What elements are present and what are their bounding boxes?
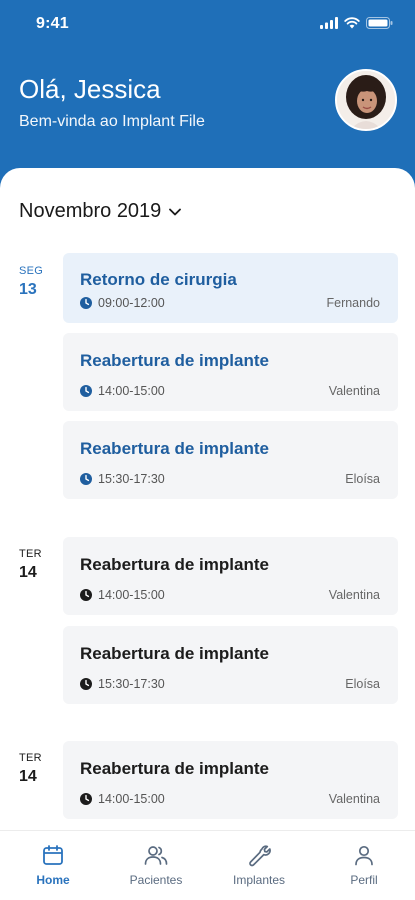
day-weekday: TER bbox=[19, 548, 42, 560]
event-time: 14:00-15:00 bbox=[80, 588, 165, 602]
event-card[interactable]: Reabertura de implante 14:00-15:00 Valen… bbox=[63, 537, 398, 615]
event-person: Valentina bbox=[328, 792, 380, 806]
day-number: 13 bbox=[19, 281, 37, 298]
nav-label: Home bbox=[36, 873, 70, 887]
status-icons bbox=[320, 17, 393, 29]
event-time: 15:30-17:30 bbox=[80, 472, 165, 486]
event-time-text: 14:00-15:00 bbox=[98, 588, 165, 602]
status-time: 9:41 bbox=[36, 15, 69, 32]
event-time-text: 14:00-15:00 bbox=[98, 384, 165, 398]
event-time-text: 15:30-17:30 bbox=[98, 472, 165, 486]
chevron-down-icon bbox=[169, 208, 182, 215]
nav-item-perfil[interactable]: Perfil bbox=[319, 843, 409, 887]
nav-label: Pacientes bbox=[129, 873, 183, 887]
clock-icon bbox=[80, 678, 92, 690]
event-time: 14:00-15:00 bbox=[80, 384, 165, 398]
event-title: Retorno de cirurgia bbox=[80, 270, 237, 289]
header: Olá, Jessica Bem-vinda ao Implant File bbox=[0, 52, 415, 182]
nav-item-home[interactable]: Home bbox=[8, 843, 98, 887]
event-person: Eloísa bbox=[345, 677, 380, 691]
clock-icon bbox=[80, 297, 92, 309]
event-time: 09:00-12:00 bbox=[80, 296, 165, 310]
day-number: 14 bbox=[19, 768, 37, 785]
day-label: TER 14 bbox=[19, 752, 59, 786]
event-time-text: 15:30-17:30 bbox=[98, 677, 165, 691]
clock-icon bbox=[80, 793, 92, 805]
day-number: 14 bbox=[19, 564, 37, 581]
nav-label: Perfil bbox=[350, 873, 378, 887]
avatar[interactable] bbox=[335, 69, 397, 131]
bottom-nav: Home Pacientes Implantes Perfil bbox=[0, 830, 415, 900]
event-time-text: 09:00-12:00 bbox=[98, 296, 165, 310]
event-title: Reabertura de implante bbox=[80, 555, 269, 574]
avatar-photo bbox=[337, 71, 395, 129]
wifi-icon bbox=[344, 17, 360, 29]
users-icon bbox=[144, 846, 168, 865]
event-person: Eloísa bbox=[345, 472, 380, 486]
event-card[interactable]: Reabertura de implante 14:00-15:00 Valen… bbox=[63, 333, 398, 411]
event-card[interactable]: Reabertura de implante 15:30-17:30 Eloís… bbox=[63, 626, 398, 704]
battery-icon bbox=[366, 17, 393, 29]
event-person: Valentina bbox=[328, 384, 380, 398]
greeting: Olá, Jessica bbox=[19, 74, 161, 104]
event-person: Fernando bbox=[326, 296, 380, 310]
event-title: Reabertura de implante bbox=[80, 351, 269, 370]
event-card[interactable]: Retorno de cirurgia 09:00-12:00 Fernando bbox=[63, 253, 398, 323]
event-title: Reabertura de implante bbox=[80, 759, 269, 778]
nav-label: Implantes bbox=[232, 873, 286, 887]
content-sheet: Novembro 2019 SEG 13 Retorno de cirurgia… bbox=[0, 168, 415, 900]
nav-item-pacientes[interactable]: Pacientes bbox=[111, 843, 201, 887]
event-time: 15:30-17:30 bbox=[80, 677, 165, 691]
event-title: Reabertura de implante bbox=[80, 439, 269, 458]
calendar-icon bbox=[43, 845, 63, 865]
user-icon bbox=[355, 845, 373, 866]
clock-icon bbox=[80, 473, 92, 485]
event-card[interactable]: Reabertura de implante 14:00-15:00 Valen… bbox=[63, 741, 398, 819]
event-title: Reabertura de implante bbox=[80, 644, 269, 663]
day-weekday: SEG bbox=[19, 265, 44, 277]
day-label: SEG 13 bbox=[19, 265, 59, 299]
month-label: Novembro 2019 bbox=[19, 200, 162, 222]
subtitle: Bem-vinda ao Implant File bbox=[19, 113, 205, 130]
status-bar: 9:41 bbox=[0, 0, 415, 52]
nav-item-implantes[interactable]: Implantes bbox=[214, 843, 304, 887]
event-person: Valentina bbox=[328, 588, 380, 602]
wrench-icon bbox=[249, 845, 271, 867]
clock-icon bbox=[80, 385, 92, 397]
event-time-text: 14:00-15:00 bbox=[98, 792, 165, 806]
month-selector[interactable]: Novembro 2019 bbox=[19, 200, 182, 223]
event-card[interactable]: Reabertura de implante 15:30-17:30 Eloís… bbox=[63, 421, 398, 499]
signal-icon bbox=[320, 17, 338, 29]
day-label: TER 14 bbox=[19, 548, 59, 582]
day-weekday: TER bbox=[19, 752, 42, 764]
clock-icon bbox=[80, 589, 92, 601]
event-time: 14:00-15:00 bbox=[80, 792, 165, 806]
